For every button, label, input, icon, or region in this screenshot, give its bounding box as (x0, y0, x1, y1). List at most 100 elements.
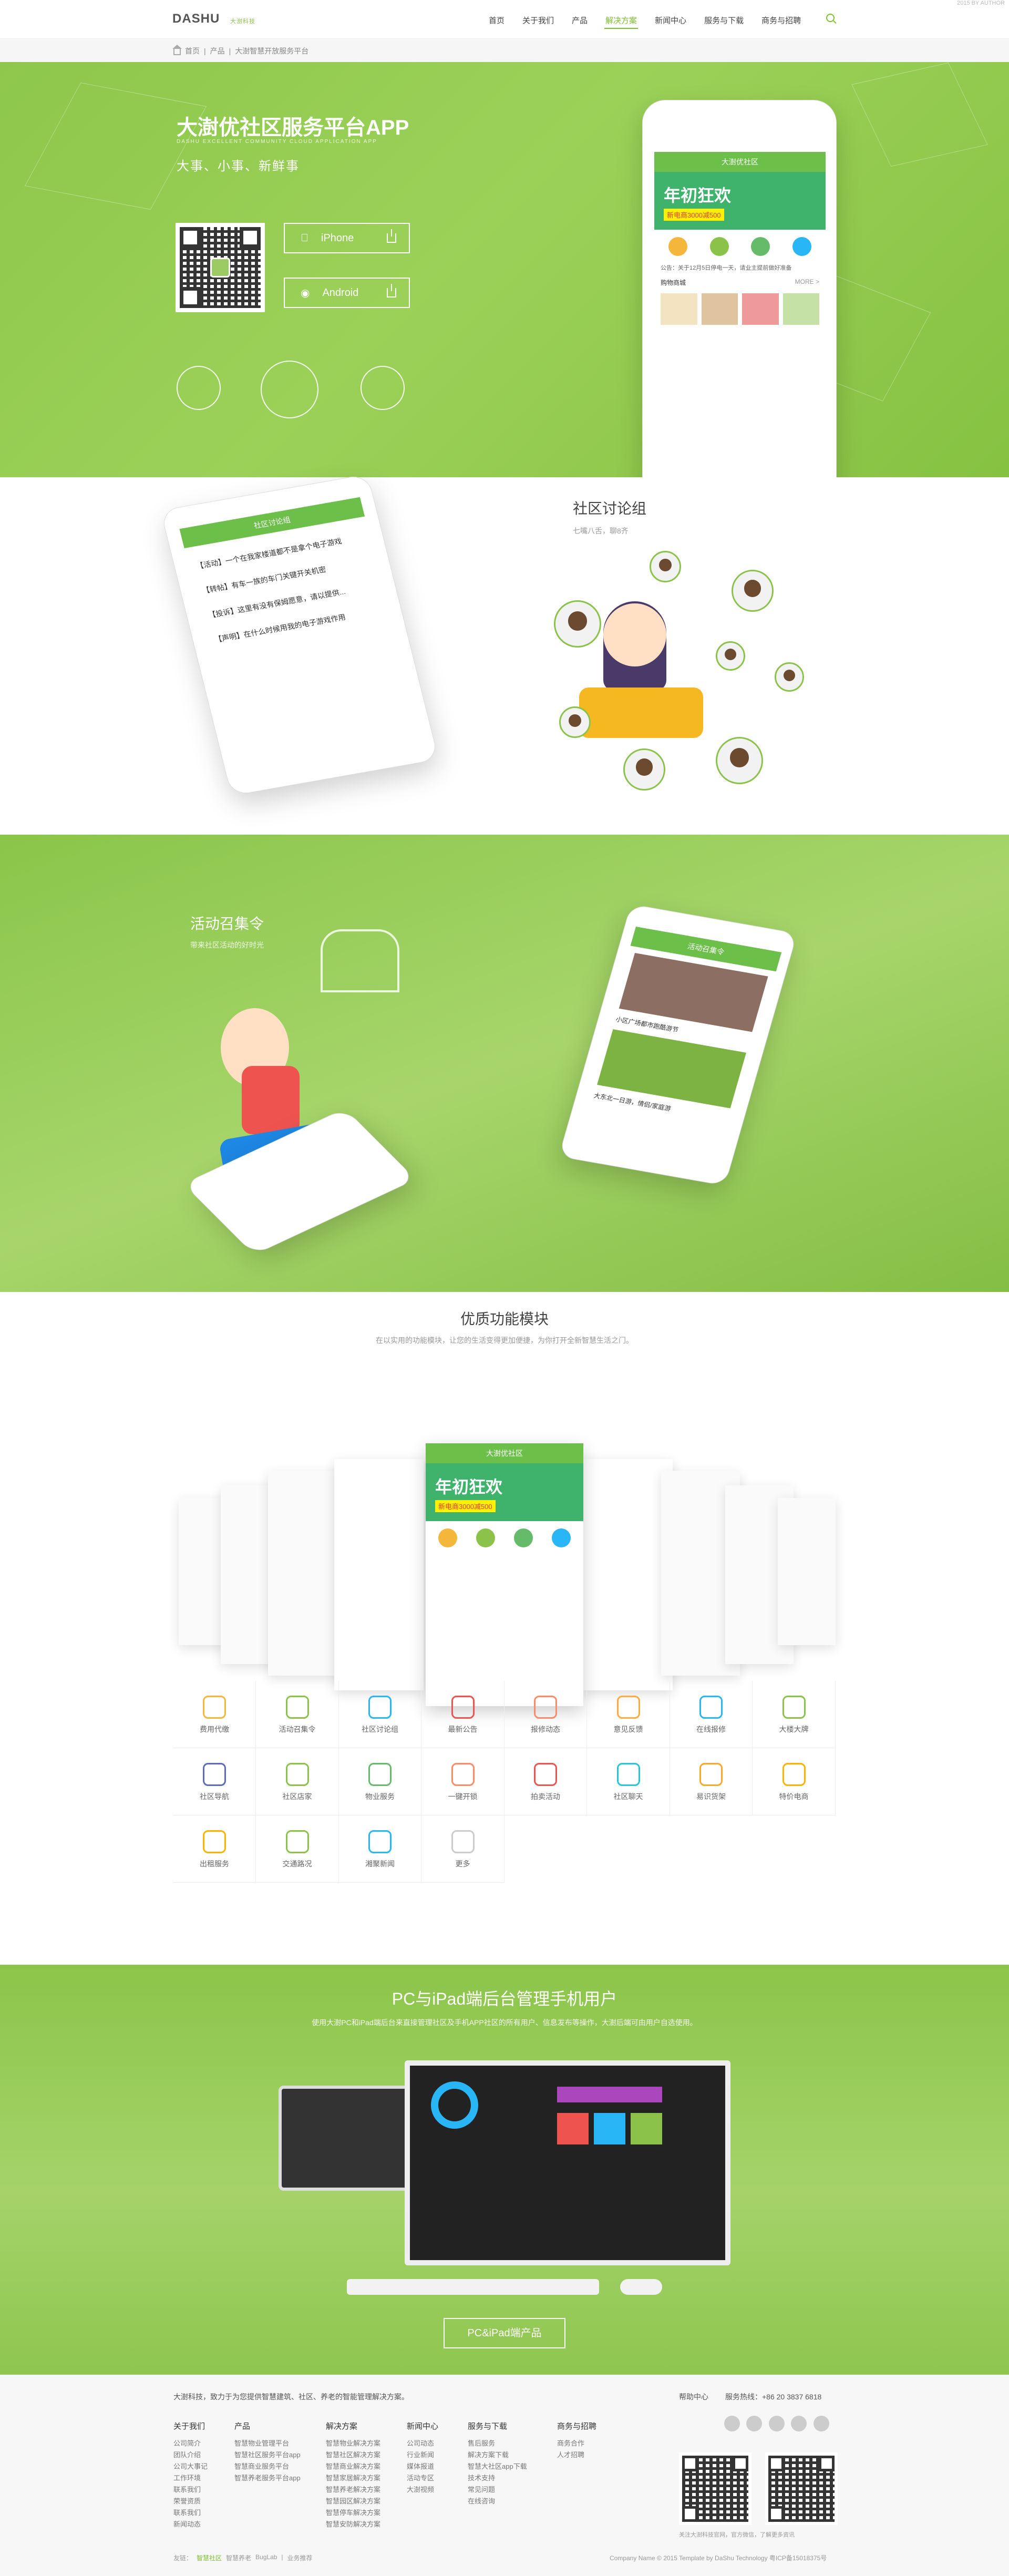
module-item[interactable]: 易识货架 (670, 1748, 753, 1815)
footer-link[interactable]: 智慧养老服务平台app (234, 2472, 301, 2484)
footer-link[interactable]: 媒体报道 (407, 2461, 438, 2472)
module-item[interactable]: 社区聊天 (587, 1748, 670, 1815)
footer-link[interactable]: 人才招聘 (557, 2449, 596, 2461)
copyright: Company Name © 2015 Template by DaShu Te… (610, 2554, 827, 2562)
social-icons (720, 2416, 829, 2434)
footer-link[interactable]: 联系我们 (173, 2484, 208, 2496)
decor-triangle (851, 62, 988, 167)
mouse-mockup (620, 2279, 662, 2295)
help-center-link[interactable]: 帮助中心 (679, 2392, 708, 2402)
footer-link[interactable]: 行业新闻 (407, 2449, 438, 2461)
module-item[interactable]: 社区店家 (256, 1748, 339, 1815)
footer-link[interactable]: 联系我们 (173, 2507, 208, 2519)
pc-ipad-product-button[interactable]: PC&iPad端产品 (444, 2318, 565, 2348)
iphone-download-button[interactable]:  iPhone (284, 223, 410, 253)
footer-column: 商务与招聘商务合作 人才招聘 (557, 2421, 596, 2461)
nav-item-about[interactable]: 关于我们 (521, 13, 555, 29)
footer-link[interactable]: 常见问题 (468, 2484, 527, 2496)
module-item[interactable]: 活动召集令 (256, 1681, 339, 1748)
module-item[interactable]: 报修动态 (504, 1681, 587, 1748)
module-item[interactable]: 出租服务 (173, 1815, 256, 1883)
footer-column-title[interactable]: 关于我们 (173, 2421, 208, 2433)
footer-link[interactable]: 智慧商业服务平台 (234, 2461, 301, 2472)
footer-link[interactable]: 公司大事记 (173, 2461, 208, 2472)
footer-link[interactable]: 工作环境 (173, 2472, 208, 2484)
footer-link[interactable]: 商务合作 (557, 2438, 596, 2449)
footer-link[interactable]: 在线咨询 (468, 2496, 527, 2507)
module-item[interactable]: 湘聚新闻 (339, 1815, 421, 1883)
footer-column-title[interactable]: 新闻中心 (407, 2421, 438, 2433)
nav-item-business[interactable]: 商务与招聘 (760, 13, 802, 29)
nav-item-home[interactable]: 首页 (488, 13, 506, 29)
footer-column-title[interactable]: 解决方案 (326, 2421, 380, 2433)
module-item[interactable]: 交通路况 (256, 1815, 339, 1883)
module-item[interactable]: 更多 (421, 1815, 504, 1883)
nav-item-products[interactable]: 产品 (571, 13, 589, 29)
home-icon[interactable] (172, 45, 182, 55)
module-item[interactable]: 在线报修 (670, 1681, 753, 1748)
chat-circle-icon (177, 366, 221, 410)
footer-link[interactable]: 智慧停车解决方案 (326, 2507, 380, 2519)
cart-icon (782, 1763, 806, 1786)
module-item[interactable]: 一键开锁 (421, 1748, 504, 1815)
footer-link[interactable]: 智慧园区解决方案 (326, 2496, 380, 2507)
center-screen-card: 大澍优社区 年初狂欢 新电商3000减500 (426, 1443, 583, 1706)
footer-link[interactable]: 智慧社区服务平台app (234, 2449, 301, 2461)
footer-link[interactable]: 解决方案下载 (468, 2449, 527, 2461)
footer-column-title[interactable]: 产品 (234, 2421, 301, 2433)
qq-icon[interactable] (768, 2416, 785, 2431)
mail-icon[interactable] (791, 2416, 807, 2431)
hammer-icon (534, 1763, 557, 1786)
avatar (732, 570, 774, 612)
footer-link[interactable]: 活动专区 (407, 2472, 438, 2484)
footer-link[interactable]: 智慧养老解决方案 (326, 2484, 380, 2496)
community-circle-icon (261, 361, 318, 418)
footer-link[interactable]: 大澍视频 (407, 2484, 438, 2496)
footer-link[interactable]: 智慧物业解决方案 (326, 2438, 380, 2449)
app-notice: 公告：关于12月5日停电一天，请业主提前做好准备 (661, 265, 792, 271)
footer-column: 产品智慧物业管理平台 智慧社区服务平台app 智慧商业服务平台 智慧养老服务平台app (234, 2421, 301, 2484)
weibo-icon[interactable] (724, 2416, 740, 2431)
nav-item-solutions[interactable]: 解决方案 (604, 13, 639, 29)
footer-link[interactable]: 团队介绍 (173, 2449, 208, 2461)
rss-icon[interactable] (813, 2416, 829, 2431)
nav-item-service[interactable]: 服务与下载 (703, 13, 745, 29)
bus-icon (203, 1830, 226, 1853)
android-download-button[interactable]: ◉ Android (284, 278, 410, 308)
wechat-icon[interactable] (746, 2416, 763, 2431)
breadcrumb-item-current: 大澍智慧开放服务平台 (235, 47, 309, 55)
footer-link[interactable]: 智慧社区解决方案 (326, 2449, 380, 2461)
breadcrumb-item-home[interactable]: 首页 (185, 46, 200, 56)
module-item[interactable]: 拍卖活动 (504, 1748, 587, 1815)
footer-link[interactable]: 新闻动态 (173, 2519, 208, 2530)
nav-item-news[interactable]: 新闻中心 (654, 13, 687, 29)
footer-column-title[interactable]: 商务与招聘 (557, 2421, 596, 2433)
footer-link[interactable]: 技术支持 (468, 2472, 527, 2484)
footer-column-title[interactable]: 服务与下载 (468, 2421, 527, 2433)
breadcrumb-item-products[interactable]: 产品 (210, 46, 225, 56)
footer-link[interactable]: 智慧商业解决方案 (326, 2461, 380, 2472)
footer-link[interactable]: 智慧家居解决方案 (326, 2472, 380, 2484)
logo-tag: 大澍科技 (230, 18, 255, 25)
footer-link[interactable]: 智慧物业管理平台 (234, 2438, 301, 2449)
footer-link[interactable]: 智慧大社区app下载 (468, 2461, 527, 2472)
search-icon[interactable] (826, 14, 835, 22)
footer-link[interactable]: 公司动态 (407, 2438, 438, 2449)
module-item[interactable]: 社区讨论组 (339, 1681, 421, 1748)
footer-link[interactable]: 智慧安防解决方案 (326, 2519, 380, 2530)
module-item[interactable]: 特价电商 (753, 1748, 836, 1815)
module-item[interactable]: 意见反馈 (587, 1681, 670, 1748)
module-item[interactable]: 最新公告 (421, 1681, 504, 1748)
footer-link[interactable]: 公司简介 (173, 2438, 208, 2449)
module-item[interactable]: 物业服务 (339, 1748, 421, 1815)
friend-links: 友链： 智慧社区 智慧养老 BugLab | 业务推荐 (173, 2553, 313, 2562)
news-icon (368, 1830, 392, 1853)
app-banner: 年初狂欢 新电商3000减500 (654, 172, 826, 230)
module-item[interactable]: 费用代缴 (173, 1681, 256, 1748)
footer-link[interactable]: 售后服务 (468, 2438, 527, 2449)
module-item[interactable]: 大楼大牌 (753, 1681, 836, 1748)
footer-link[interactable]: 荣誉资质 (173, 2496, 208, 2507)
module-item[interactable]: 社区导航 (173, 1748, 256, 1815)
logo[interactable]: DASHU 大澍科技 (172, 12, 255, 26)
module-label: 湘聚新闻 (365, 1860, 395, 1868)
